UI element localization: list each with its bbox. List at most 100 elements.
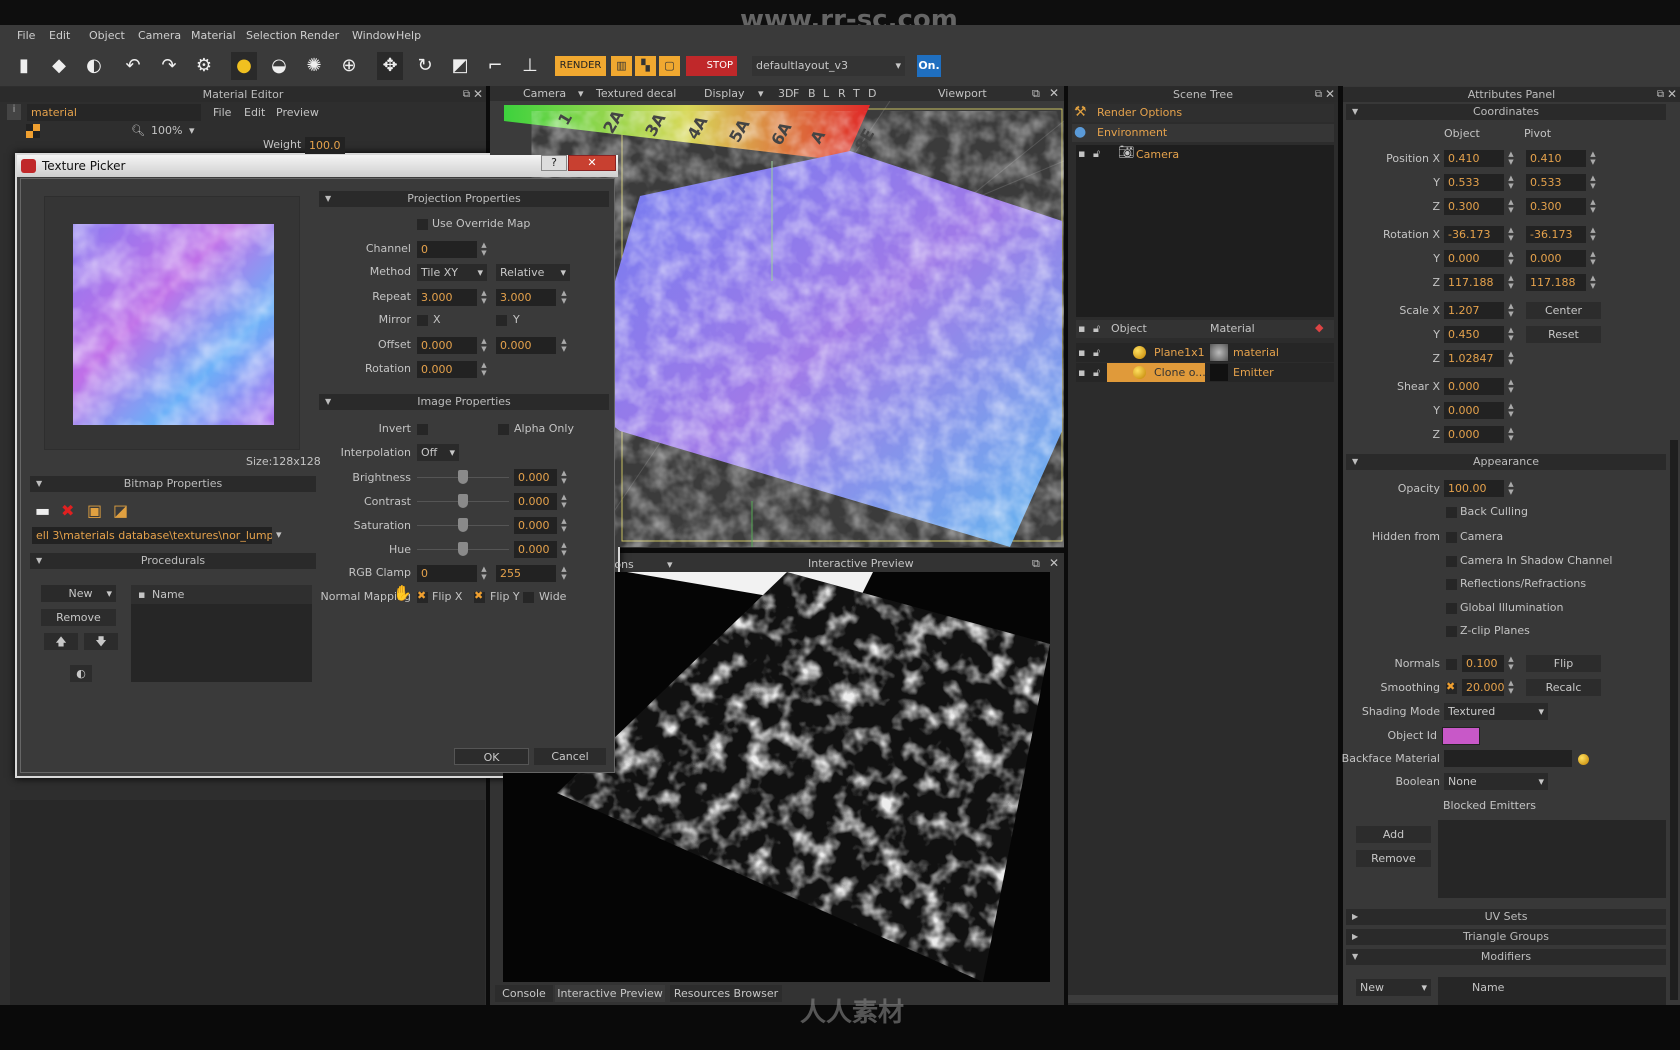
float-panel-icon[interactable]: ⧉ (1315, 87, 1322, 102)
recalc-button[interactable]: Recalc (1526, 679, 1601, 696)
info-icon[interactable]: i (7, 104, 21, 120)
coord-pivot-field[interactable]: 0.000 (1526, 250, 1586, 267)
material-menu-file[interactable]: File (213, 106, 231, 120)
light-icon[interactable]: ✺ (301, 52, 327, 80)
preview-options-arrow[interactable]: ▾ (667, 558, 673, 572)
section-uv-sets[interactable]: ▶ UV Sets (1346, 909, 1666, 925)
collapse-arrow-icon[interactable]: ▼ (325, 191, 331, 207)
undo-icon[interactable]: ↶ (120, 52, 146, 80)
material-menu-edit[interactable]: Edit (244, 106, 265, 120)
spinner-arrows[interactable]: ▲ ▼ (1588, 250, 1598, 267)
zoom-dropdown-icon[interactable]: ▾ (189, 124, 195, 138)
material-sphere-icon[interactable]: ● (231, 52, 257, 80)
spinner-arrows[interactable]: ▲ ▼ (559, 289, 569, 306)
uv-projection-icon[interactable]: ⊕ (336, 52, 362, 80)
invert-checkbox[interactable] (417, 424, 428, 435)
menu-window[interactable]: Window (352, 29, 395, 43)
close-panel-icon[interactable]: ✕ (1325, 87, 1335, 102)
flip-y-checkbox[interactable] (474, 589, 485, 603)
new-modifier-dropdown[interactable]: New (1356, 979, 1431, 996)
spinner-arrows[interactable]: ▲ ▼ (1506, 150, 1516, 167)
spinner-arrows[interactable]: ▲ ▼ (559, 541, 569, 558)
section-modifiers[interactable]: ▼ Modifiers (1346, 949, 1666, 965)
remove-procedural-button[interactable]: Remove (41, 609, 116, 626)
copy-icon[interactable]: ◪ (113, 502, 128, 520)
view-t-button[interactable]: T (853, 87, 860, 101)
slider-thumb[interactable] (458, 470, 468, 484)
coord-object-field[interactable]: 1.02847 (1444, 350, 1504, 367)
slider-thumb[interactable] (458, 494, 468, 508)
scale-icon[interactable]: ◩ (447, 52, 473, 80)
boolean-dropdown[interactable]: None (1444, 773, 1548, 790)
display-dropdown[interactable]: Display (704, 87, 745, 101)
hidden-from-checkbox[interactable] (1446, 626, 1457, 637)
collapse-arrow-icon[interactable]: ▼ (36, 553, 42, 569)
slider-value-field[interactable]: 0.000 (514, 469, 557, 486)
new-scene-icon[interactable]: ▮ (11, 52, 37, 80)
coord-object-field[interactable]: -36.173 (1444, 226, 1504, 243)
collapse-arrow-icon[interactable]: ▼ (325, 394, 331, 410)
render-region-button[interactable]: ▥ (611, 56, 632, 76)
section-projection-properties[interactable]: ▼ Projection Properties (319, 191, 609, 207)
coord-object-field[interactable]: 0.533 (1444, 174, 1504, 191)
spinner-arrows[interactable]: ▲ ▼ (479, 361, 489, 378)
spinner-arrows[interactable]: ▲ ▼ (559, 337, 569, 354)
coord-pivot-field[interactable]: 0.410 (1526, 150, 1586, 167)
spinner-arrows[interactable]: ▲ ▼ (1588, 198, 1598, 215)
coord-object-field[interactable]: 0.300 (1444, 198, 1504, 215)
menu-material[interactable]: Material (191, 29, 236, 43)
clear-texture-icon[interactable]: ✖ (61, 502, 74, 520)
spinner-arrows[interactable]: ▲ ▼ (1506, 250, 1516, 267)
spinner-arrows[interactable]: ▲ ▼ (479, 241, 489, 258)
interpolation-dropdown[interactable]: Off (417, 444, 459, 461)
layout-dropdown[interactable]: defaultlayout_v3 (752, 56, 905, 76)
stop-button[interactable]: STOP (686, 56, 737, 76)
help-button[interactable]: ? (541, 155, 567, 171)
expand-arrow-icon[interactable]: ▶ (1352, 909, 1358, 925)
coord-pivot-field[interactable]: 0.300 (1526, 198, 1586, 215)
spinner-arrows[interactable]: ▲ ▼ (1506, 480, 1516, 497)
open-folder-icon[interactable]: ◆ (46, 52, 72, 80)
material-name[interactable]: material (1233, 346, 1279, 360)
collapse-arrow-icon[interactable]: ▼ (1352, 454, 1358, 470)
spinner-arrows[interactable]: ▲ ▼ (479, 289, 489, 306)
sphere-icon[interactable]: ◐ (81, 52, 107, 80)
object-id-color-swatch[interactable] (1442, 727, 1480, 745)
spinner-arrows[interactable]: ▲ ▼ (1506, 679, 1516, 696)
close-panel-icon[interactable]: ✕ (1667, 87, 1677, 102)
collapse-arrow-icon[interactable]: ▼ (36, 476, 42, 492)
menu-selection[interactable]: Selection (246, 29, 297, 43)
zoom-level[interactable]: 100% (151, 124, 182, 138)
reset-button[interactable]: Reset (1526, 326, 1601, 343)
mirror-y-checkbox[interactable] (496, 315, 507, 326)
menu-edit[interactable]: Edit (49, 29, 70, 43)
preview-sphere-button[interactable]: ◐ (70, 665, 92, 682)
settings-icon[interactable]: ⚙ (191, 52, 217, 80)
float-panel-icon[interactable]: ⧉ (463, 87, 470, 102)
flip-button[interactable]: Flip (1526, 655, 1601, 672)
coord-object-field[interactable]: 0.410 (1444, 150, 1504, 167)
tab-interactive-preview[interactable]: Interactive Preview (555, 985, 665, 1002)
spinner-arrows[interactable]: ▲ ▼ (1506, 350, 1516, 367)
view-3d-button[interactable]: 3D (778, 87, 793, 101)
close-dialog-button[interactable]: ✕ (568, 155, 616, 171)
remove-emitter-button[interactable]: Remove (1356, 850, 1431, 867)
method-mode-dropdown[interactable]: Relative (496, 264, 570, 281)
scene-tree-scrollbar[interactable] (1068, 995, 1338, 1003)
move-icon[interactable]: ✥ (377, 52, 403, 80)
close-panel-icon[interactable]: ✕ (473, 87, 483, 102)
menu-render[interactable]: Render (300, 29, 339, 43)
collapse-arrow-icon[interactable]: ▼ (1352, 104, 1358, 120)
collapse-arrow-icon[interactable]: ▼ (1352, 949, 1358, 965)
visibility-dot-icon[interactable]: ▪ (1078, 366, 1085, 380)
spinner-arrows[interactable]: ▲ ▼ (1506, 226, 1516, 243)
method-dropdown[interactable]: Tile XY (417, 264, 487, 281)
fit-icon[interactable]: ▣ (87, 502, 102, 520)
section-image-properties[interactable]: ▼ Image Properties (319, 394, 609, 410)
lock-icon[interactable]: 🔓︎ (1093, 147, 1100, 161)
normals-field[interactable]: 0.100 (1462, 655, 1504, 672)
spinner-arrows[interactable]: ▲ ▼ (1506, 174, 1516, 191)
new-procedural-dropdown[interactable]: New (41, 585, 116, 602)
smoothing-checkbox[interactable] (1446, 680, 1457, 694)
float-viewport-icon[interactable]: ⧉ (1032, 87, 1040, 101)
